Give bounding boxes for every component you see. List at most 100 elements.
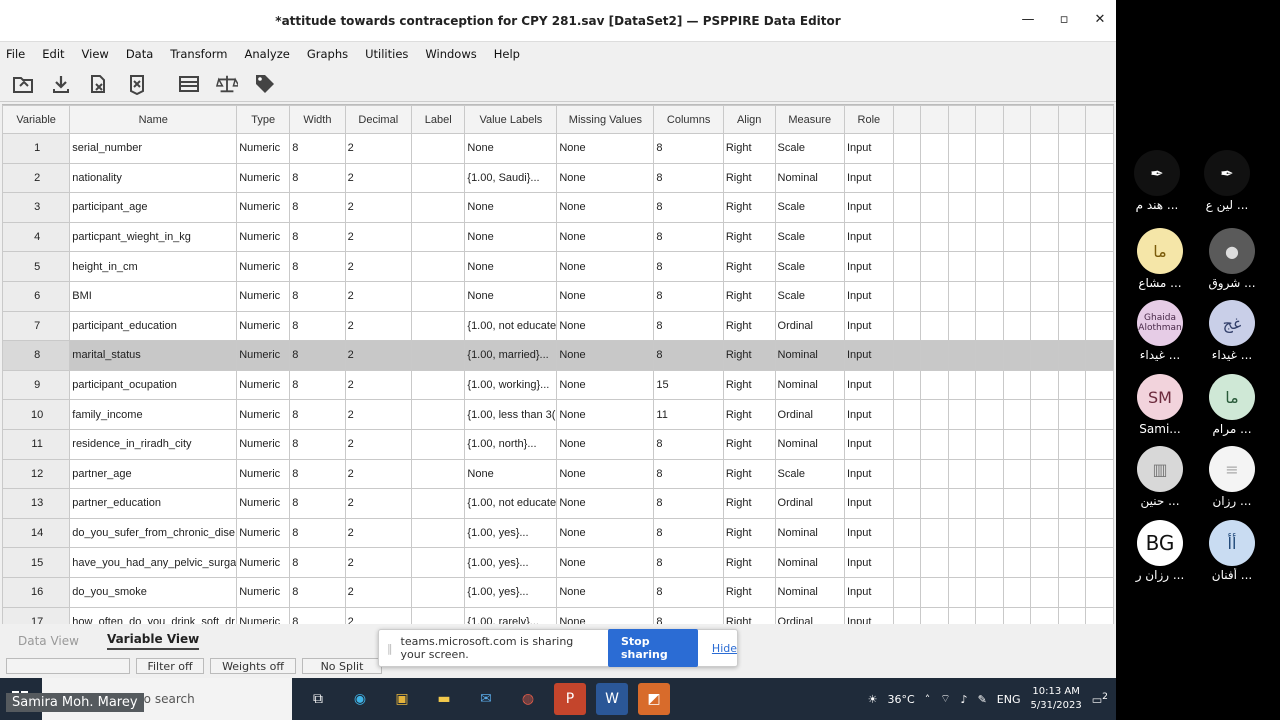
col-header-name[interactable]: Name — [69, 105, 238, 134]
menu-help[interactable]: Help — [494, 47, 520, 61]
align-cell[interactable]: Right — [722, 399, 776, 430]
columns-cell[interactable]: 8 — [653, 488, 724, 519]
row-number[interactable]: 7 — [2, 310, 71, 342]
missing-values-cell[interactable]: None — [556, 251, 655, 282]
table-row[interactable]: 3 participant_age Numeric 8 2 None None 8 Right S… — [2, 192, 1114, 223]
type-cell[interactable]: Numeric — [236, 458, 291, 490]
width-cell[interactable]: 8 — [289, 547, 346, 578]
name-cell[interactable]: marital_status — [69, 340, 238, 371]
columns-cell[interactable]: 8 — [653, 340, 724, 371]
value-labels-cell[interactable]: {1.00, yes}... — [464, 517, 558, 549]
menu-transform[interactable]: Transform — [170, 47, 227, 61]
missing-values-cell[interactable]: None — [556, 340, 655, 371]
type-cell[interactable]: Numeric — [236, 133, 291, 164]
name-cell[interactable]: BMI — [69, 280, 238, 312]
label-cell[interactable] — [410, 576, 466, 608]
col-header-value-labels[interactable]: Value Labels — [464, 105, 558, 134]
measure-cell[interactable]: Ordinal — [774, 606, 845, 624]
missing-values-cell[interactable]: None — [556, 488, 655, 519]
missing-values-cell[interactable]: None — [556, 310, 655, 342]
align-cell[interactable]: Right — [722, 606, 776, 624]
row-number[interactable]: 8 — [2, 340, 71, 371]
participant-tile[interactable]: SM Sami... — [1123, 374, 1197, 436]
save-icon[interactable] — [50, 73, 72, 95]
open-icon[interactable] — [12, 73, 34, 95]
row-number[interactable]: 3 — [2, 192, 71, 223]
close-button[interactable]: ✕ — [1092, 12, 1108, 27]
menu-edit[interactable]: Edit — [42, 47, 64, 61]
measure-cell[interactable]: Scale — [774, 133, 845, 164]
participant-tile[interactable]: Ghaida Alothman غيداء ... — [1123, 300, 1197, 362]
value-labels-cell[interactable]: None — [464, 192, 558, 223]
table-row[interactable]: 14 do_you_sufer_from_chronic_dise Numeric 8… — [2, 517, 1114, 549]
missing-values-cell[interactable]: None — [556, 428, 655, 460]
menu-file[interactable]: File — [6, 47, 25, 61]
value-labels-cell[interactable]: None — [464, 458, 558, 490]
measure-cell[interactable]: Scale — [774, 251, 845, 282]
name-cell[interactable]: partner_age — [69, 458, 238, 490]
find-icon[interactable] — [178, 73, 200, 95]
row-number[interactable]: 6 — [2, 280, 71, 312]
missing-values-cell[interactable]: None — [556, 192, 655, 223]
role-cell[interactable]: Input — [843, 517, 894, 549]
value-labels-cell[interactable]: {1.00, Saudi}... — [464, 162, 558, 194]
type-cell[interactable]: Numeric — [236, 369, 291, 401]
participant-tile[interactable]: غج غيداء ... — [1195, 300, 1269, 362]
value-labels-cell[interactable]: {1.00, north}... — [464, 428, 558, 460]
row-number[interactable]: 2 — [2, 162, 71, 194]
columns-cell[interactable]: 8 — [653, 576, 724, 608]
temperature[interactable]: 36°C — [888, 693, 915, 706]
table-row[interactable]: 1 serial_number Numeric 8 2 None None 8 Right Sca… — [2, 133, 1114, 164]
name-cell[interactable]: nationality — [69, 162, 238, 194]
row-number[interactable]: 5 — [2, 251, 71, 282]
tab-data-view[interactable]: Data View — [18, 634, 79, 648]
role-cell[interactable]: Input — [843, 280, 894, 312]
table-row[interactable]: 7 participant_education Numeric 8 2 {1.00, no… — [2, 310, 1114, 342]
width-cell[interactable]: 8 — [289, 399, 346, 430]
mail-icon[interactable]: ✉ — [470, 683, 502, 715]
participant-tile[interactable]: BG رزان ر ... — [1123, 520, 1197, 582]
psppire-icon[interactable]: ◩ — [638, 683, 670, 715]
name-cell[interactable]: serial_number — [69, 133, 238, 164]
label-cell[interactable] — [410, 280, 466, 312]
value-labels-cell[interactable]: {1.00, not educate — [464, 488, 558, 519]
decimal-cell[interactable]: 2 — [344, 547, 412, 578]
edge-icon[interactable]: ◉ — [344, 683, 376, 715]
label-cell[interactable] — [410, 399, 466, 430]
name-cell[interactable]: participant_education — [69, 310, 238, 342]
missing-values-cell[interactable]: None — [556, 162, 655, 194]
col-header-variable[interactable]: Variable — [2, 105, 71, 134]
name-cell[interactable]: participant_age — [69, 192, 238, 223]
value-labels-cell[interactable]: None — [464, 133, 558, 164]
decimal-cell[interactable]: 2 — [344, 488, 412, 519]
align-cell[interactable]: Right — [722, 192, 776, 223]
name-cell[interactable]: particpant_wieght_in_kg — [69, 221, 238, 253]
value-labels-cell[interactable]: {1.00, not educate — [464, 310, 558, 342]
role-cell[interactable]: Input — [843, 162, 894, 194]
chrome-icon[interactable]: ◍ — [512, 683, 544, 715]
participant-tile[interactable]: أأ أفنان ... — [1195, 520, 1269, 582]
table-row[interactable]: 6 BMI Numeric 8 2 None None 8 Right Scale Input — [2, 280, 1114, 312]
measure-cell[interactable]: Nominal — [774, 547, 845, 578]
width-cell[interactable]: 8 — [289, 606, 346, 624]
value-labels-cell[interactable]: {1.00, yes}... — [464, 547, 558, 578]
role-cell[interactable]: Input — [843, 221, 894, 253]
decimal-cell[interactable]: 2 — [344, 369, 412, 401]
decimal-cell[interactable]: 2 — [344, 221, 412, 253]
label-cell[interactable] — [410, 221, 466, 253]
missing-values-cell[interactable]: None — [556, 458, 655, 490]
measure-cell[interactable]: Ordinal — [774, 310, 845, 342]
row-number[interactable]: 16 — [2, 576, 71, 608]
decimal-cell[interactable]: 2 — [344, 428, 412, 460]
type-cell[interactable]: Numeric — [236, 162, 291, 194]
columns-cell[interactable]: 8 — [653, 310, 724, 342]
label-cell[interactable] — [410, 606, 466, 624]
width-cell[interactable]: 8 — [289, 133, 346, 164]
width-cell[interactable]: 8 — [289, 458, 346, 490]
align-cell[interactable]: Right — [722, 280, 776, 312]
table-row[interactable]: 4 particpant_wieght_in_kg Numeric 8 2 None Non… — [2, 221, 1114, 253]
role-cell[interactable]: Input — [843, 606, 894, 624]
measure-cell[interactable]: Nominal — [774, 340, 845, 371]
type-cell[interactable]: Numeric — [236, 517, 291, 549]
table-row[interactable]: 8 marital_status Numeric 8 2 {1.00, married}.… — [2, 340, 1114, 371]
